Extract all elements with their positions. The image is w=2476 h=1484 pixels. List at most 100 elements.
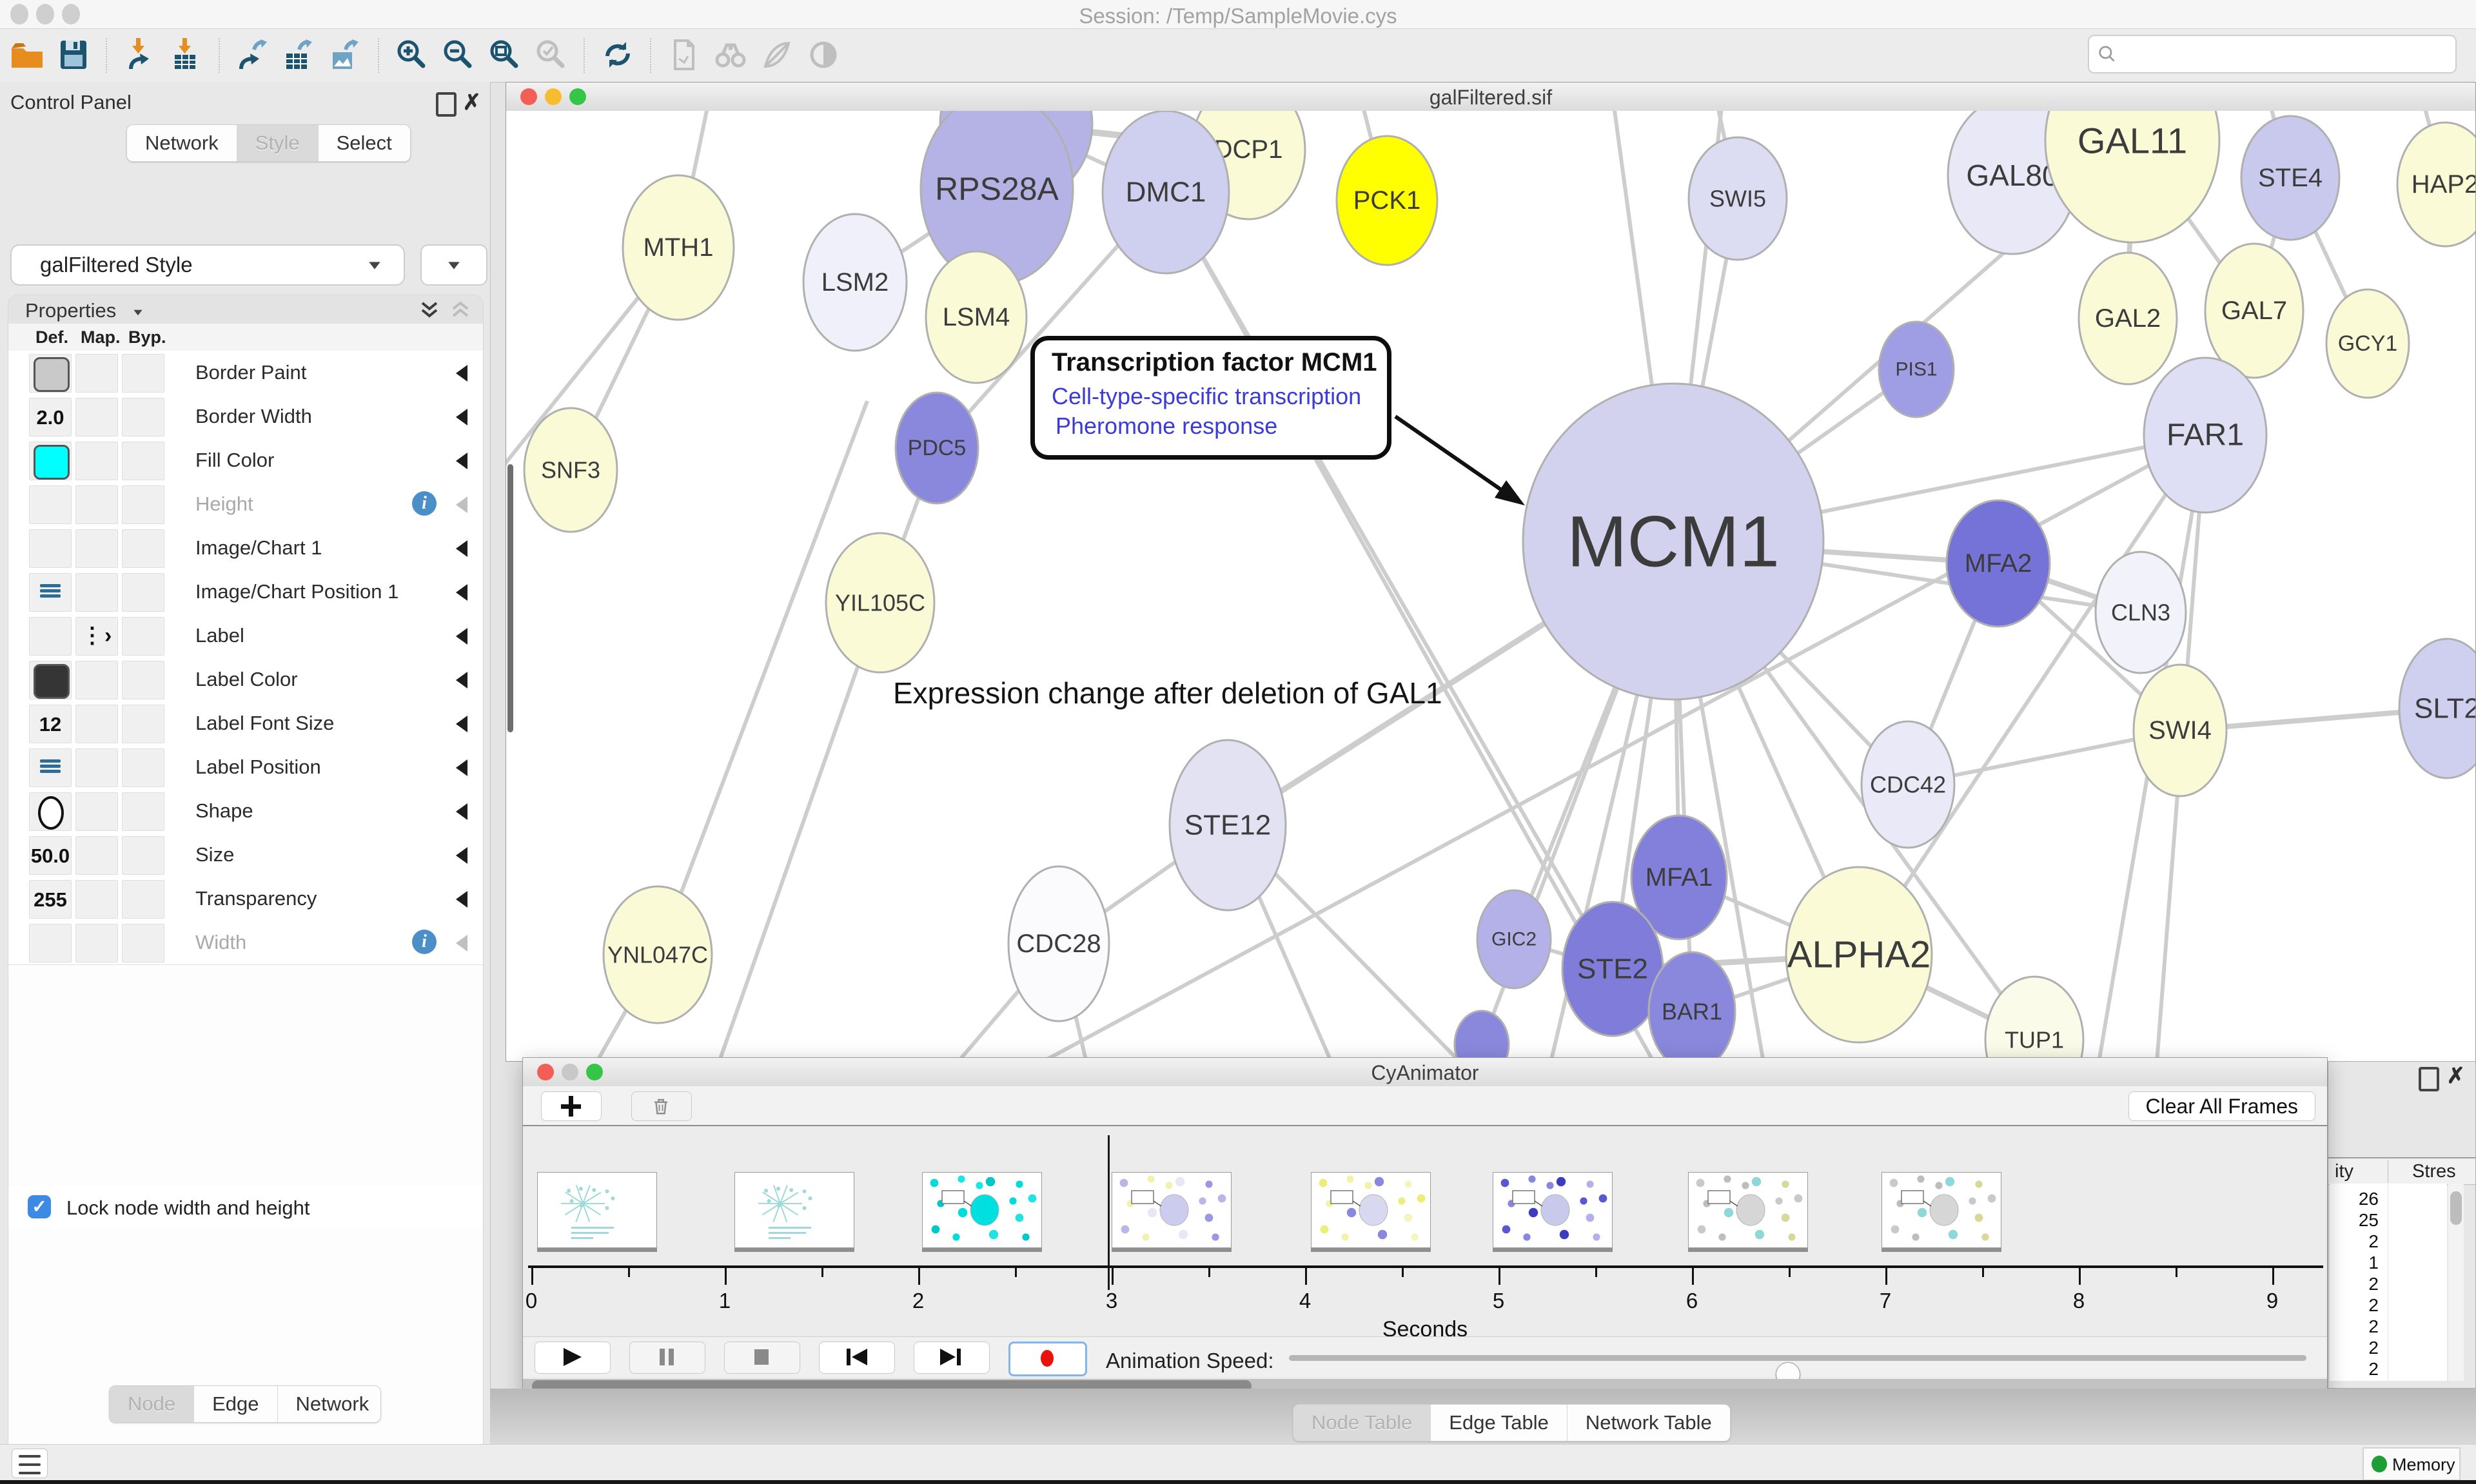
node-SWI4[interactable]: SWI4 (2134, 665, 2226, 796)
default-value[interactable]: 12 (30, 713, 71, 736)
node-CDC28[interactable]: CDC28 (1008, 866, 1109, 1021)
tab-network[interactable]: Network (127, 125, 237, 161)
network-canvas[interactable]: DCP1RPS28ADMC1PCK1MTH1LSM2LSM4SNF3PDC5YI… (506, 111, 2475, 1061)
column-stress[interactable]: Stres (2412, 1161, 2456, 1182)
position-icon[interactable] (40, 584, 61, 601)
map-cell[interactable] (75, 354, 118, 393)
float-panel-icon[interactable] (436, 92, 457, 117)
annotation-box[interactable]: Transcription factor MCM1 Cell-type-spec… (1030, 336, 1391, 460)
network-window-titlebar[interactable]: galFiltered.sif (506, 83, 2475, 112)
pause-button[interactable] (629, 1342, 705, 1374)
close-panel-icon[interactable]: ✗ (463, 90, 482, 115)
node-STE12[interactable]: STE12 (1170, 740, 1286, 910)
map-cell[interactable] (75, 442, 118, 480)
map-cell[interactable] (75, 529, 118, 568)
expand-all-icon[interactable] (418, 299, 440, 321)
network-caption[interactable]: Expression change after deletion of GAL1 (893, 676, 1442, 710)
node-PDC5[interactable]: PDC5 (896, 393, 978, 503)
def-cell[interactable]: 255 (29, 880, 72, 919)
byp-cell[interactable] (122, 573, 164, 612)
frame-thumbnail-2[interactable] (734, 1172, 854, 1248)
def-cell[interactable] (29, 748, 72, 787)
tab-network-table[interactable]: Network Table (1567, 1405, 1730, 1441)
node-HAP2[interactable]: HAP2 (2397, 122, 2475, 246)
def-cell[interactable] (29, 529, 72, 568)
style-selector-dropdown[interactable]: galFiltered Style (10, 244, 405, 286)
map-cell[interactable] (75, 398, 118, 436)
memory-button[interactable]: Memory (2363, 1447, 2461, 1481)
refresh-icon[interactable] (600, 37, 636, 73)
expand-property-icon[interactable] (456, 716, 467, 732)
byp-cell[interactable] (122, 442, 164, 480)
expand-property-icon[interactable] (456, 891, 467, 908)
tab-edge[interactable]: Edge (194, 1386, 277, 1422)
def-cell[interactable] (29, 485, 72, 524)
expand-property-icon[interactable] (456, 409, 467, 425)
import-table-icon[interactable] (168, 37, 204, 73)
node-LSM2[interactable]: LSM2 (803, 214, 907, 351)
node-GAL2[interactable]: GAL2 (2079, 253, 2177, 384)
default-value-swatch[interactable] (34, 664, 70, 699)
zoom-fit-icon[interactable] (487, 37, 523, 73)
tab-select[interactable]: Select (319, 125, 410, 161)
animation-speed-slider[interactable] (1289, 1355, 2306, 1361)
save-icon[interactable] (55, 37, 92, 73)
byp-cell[interactable] (122, 661, 164, 699)
byp-cell[interactable] (122, 924, 164, 962)
map-cell[interactable] (75, 661, 118, 699)
frame-thumbnail-8[interactable] (1882, 1172, 2001, 1248)
network-scrollbar[interactable] (507, 464, 513, 732)
node-BAR1[interactable]: BAR1 (1649, 952, 1735, 1061)
annotation-link-1[interactable]: Cell-type-specific transcription (1052, 383, 1361, 410)
frame-thumbnail-3[interactable] (922, 1172, 1042, 1248)
import-network-icon[interactable] (122, 37, 158, 73)
def-cell[interactable] (29, 573, 72, 612)
def-cell[interactable] (29, 617, 72, 656)
position-icon[interactable] (40, 759, 61, 776)
search-input[interactable] (2088, 35, 2457, 73)
record-button[interactable] (1008, 1342, 1087, 1376)
annotation-link-2[interactable]: Pheromone response (1056, 413, 1277, 440)
default-value[interactable]: 2.0 (30, 406, 71, 429)
def-cell[interactable]: 50.0 (29, 836, 72, 875)
menu-button[interactable] (12, 1449, 48, 1478)
node-unlabeled[interactable] (1455, 1011, 1509, 1061)
ellipse-shape-icon[interactable] (38, 796, 64, 830)
frame-thumbnail-5[interactable] (1311, 1172, 1431, 1248)
zoom-out-icon[interactable] (440, 37, 477, 73)
def-cell[interactable] (29, 354, 72, 393)
node-SNF3[interactable]: SNF3 (524, 408, 617, 532)
delete-frame-button[interactable] (631, 1091, 692, 1121)
node-DMC1[interactable]: DMC1 (1103, 111, 1229, 273)
node-GIC2[interactable]: GIC2 (1477, 890, 1551, 988)
expand-property-icon[interactable] (456, 453, 467, 469)
map-cell[interactable] (75, 705, 118, 743)
byp-cell[interactable] (122, 529, 164, 568)
map-cell[interactable] (75, 924, 118, 962)
add-frame-button[interactable] (541, 1091, 602, 1121)
byp-cell[interactable] (122, 836, 164, 875)
def-cell[interactable]: 2.0 (29, 398, 72, 436)
export-image-icon[interactable] (328, 37, 364, 73)
def-cell[interactable] (29, 924, 72, 962)
node-STE2[interactable]: STE2 (1562, 902, 1663, 1036)
frame-thumbnail-7[interactable] (1688, 1172, 1808, 1248)
chevron-down-icon[interactable] (133, 310, 142, 315)
byp-cell[interactable] (122, 880, 164, 919)
map-cell[interactable] (75, 485, 118, 524)
node-table-scrollbar[interactable] (2448, 1184, 2464, 1381)
node-GAL7[interactable]: GAL7 (2205, 244, 2303, 378)
map-cell[interactable] (75, 792, 118, 831)
map-cell[interactable] (75, 836, 118, 875)
node-MTH1[interactable]: MTH1 (623, 175, 734, 320)
node-PCK1[interactable]: PCK1 (1337, 136, 1437, 265)
byp-cell[interactable] (122, 705, 164, 743)
node-CDC42[interactable]: CDC42 (1862, 721, 1954, 848)
node-PIS1[interactable]: PIS1 (1879, 322, 1954, 417)
node-SWI5[interactable]: SWI5 (1689, 137, 1787, 260)
skip-start-button[interactable] (819, 1342, 895, 1374)
def-cell[interactable] (29, 442, 72, 480)
node-FAR1[interactable]: FAR1 (2144, 358, 2266, 513)
expand-property-icon[interactable] (456, 540, 467, 557)
open-folder-icon[interactable] (9, 37, 45, 73)
